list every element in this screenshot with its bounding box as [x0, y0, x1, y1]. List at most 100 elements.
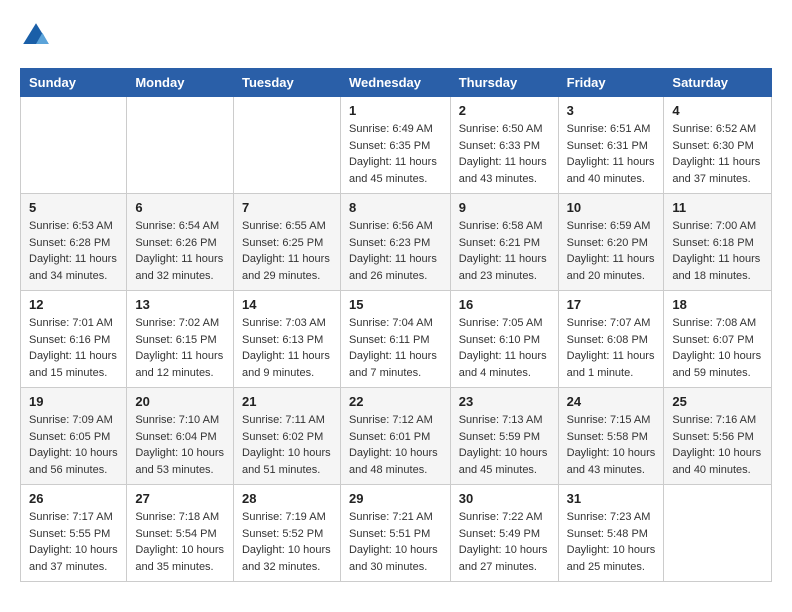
- sunset-text: Sunset: 5:54 PM: [135, 526, 225, 543]
- calendar-cell: 20 Sunrise: 7:10 AMSunset: 6:04 PMDayligh…: [127, 388, 234, 485]
- calendar-cell: 17Sunrise: 7:07 AMSunset: 6:08 PMDayligh…: [558, 291, 664, 388]
- sunset-text: Sunset: 6:31 PM: [567, 138, 656, 155]
- calendar-cell: 30Sunrise: 7:22 AMSunset: 5:49 PMDayligh…: [450, 485, 558, 582]
- sunset-text: Sunset: 6:13 PM: [242, 332, 332, 349]
- day-info: Sunrise: 7:23 AMSunset: 5:48 PMDaylight:…: [567, 509, 656, 575]
- sunrise-text: Sunrise: 7:19 AM: [242, 509, 332, 526]
- day-number: 22: [349, 394, 442, 409]
- sunset-text: Sunset: 6:04 PM: [135, 429, 225, 446]
- daylight-text: Daylight: 11 hours and 20 minutes.: [567, 251, 656, 284]
- day-info: Sunrise: 7:15 AMSunset: 5:58 PMDaylight:…: [567, 412, 656, 478]
- day-number: 23: [459, 394, 550, 409]
- sunrise-text: Sunrise: 7:18 AM: [135, 509, 225, 526]
- day-info: Sunrise: 6:55 AMSunset: 6:25 PMDaylight:…: [242, 218, 332, 284]
- weekday-header-row: SundayMondayTuesdayWednesdayThursdayFrid…: [21, 69, 772, 97]
- calendar-week-row: 5Sunrise: 6:53 AMSunset: 6:28 PMDaylight…: [21, 194, 772, 291]
- day-number: 8: [349, 200, 442, 215]
- calendar-cell: 15Sunrise: 7:04 AMSunset: 6:11 PMDayligh…: [340, 291, 450, 388]
- daylight-text: Daylight: 11 hours and 12 minutes.: [135, 348, 225, 381]
- daylight-text: Daylight: 10 hours and 43 minutes.: [567, 445, 656, 478]
- daylight-text: Daylight: 10 hours and 56 minutes.: [29, 445, 118, 478]
- sunrise-text: Sunrise: 6:50 AM: [459, 121, 550, 138]
- sunrise-text: Sunrise: 6:54 AM: [135, 218, 225, 235]
- day-info: Sunrise: 7:04 AMSunset: 6:11 PMDaylight:…: [349, 315, 442, 381]
- sunset-text: Sunset: 6:11 PM: [349, 332, 442, 349]
- logo: [20, 20, 56, 52]
- day-number: 29: [349, 491, 442, 506]
- daylight-text: Daylight: 10 hours and 48 minutes.: [349, 445, 442, 478]
- day-number: 7: [242, 200, 332, 215]
- daylight-text: Daylight: 10 hours and 53 minutes.: [135, 445, 225, 478]
- calendar-week-row: 26Sunrise: 7:17 AMSunset: 5:55 PMDayligh…: [21, 485, 772, 582]
- sunrise-text: Sunrise: 7:17 AM: [29, 509, 118, 526]
- day-number: 12: [29, 297, 118, 312]
- day-number: 30: [459, 491, 550, 506]
- day-number: 1: [349, 103, 442, 118]
- day-info: Sunrise: 7:13 AMSunset: 5:59 PMDaylight:…: [459, 412, 550, 478]
- calendar-cell: 29Sunrise: 7:21 AMSunset: 5:51 PMDayligh…: [340, 485, 450, 582]
- logo-icon: [20, 20, 52, 52]
- day-info: Sunrise: 7:08 AMSunset: 6:07 PMDaylight:…: [672, 315, 763, 381]
- sunset-text: Sunset: 6:08 PM: [567, 332, 656, 349]
- sunrise-text: Sunrise: 7:08 AM: [672, 315, 763, 332]
- sunset-text: Sunset: 6:16 PM: [29, 332, 118, 349]
- calendar-cell: [127, 97, 234, 194]
- daylight-text: Daylight: 10 hours and 40 minutes.: [672, 445, 763, 478]
- sunrise-text: Sunrise: 7:01 AM: [29, 315, 118, 332]
- sunset-text: Sunset: 6:10 PM: [459, 332, 550, 349]
- day-number: 4: [672, 103, 763, 118]
- sunrise-text: Sunrise: 6:51 AM: [567, 121, 656, 138]
- day-info: Sunrise: 7:00 AMSunset: 6:18 PMDaylight:…: [672, 218, 763, 284]
- sunset-text: Sunset: 6:20 PM: [567, 235, 656, 252]
- day-number: 21: [242, 394, 332, 409]
- day-number: 2: [459, 103, 550, 118]
- sunset-text: Sunset: 6:25 PM: [242, 235, 332, 252]
- daylight-text: Daylight: 11 hours and 7 minutes.: [349, 348, 442, 381]
- day-info: Sunrise: 7:12 AMSunset: 6:01 PMDaylight:…: [349, 412, 442, 478]
- sunrise-text: Sunrise: 7:21 AM: [349, 509, 442, 526]
- weekday-header-monday: Monday: [127, 69, 234, 97]
- day-info: Sunrise: 6:58 AMSunset: 6:21 PMDaylight:…: [459, 218, 550, 284]
- day-number: 20: [135, 394, 225, 409]
- day-info: Sunrise: 6:53 AMSunset: 6:28 PMDaylight:…: [29, 218, 118, 284]
- calendar-cell: 14Sunrise: 7:03 AMSunset: 6:13 PMDayligh…: [233, 291, 340, 388]
- daylight-text: Daylight: 11 hours and 29 minutes.: [242, 251, 332, 284]
- sunset-text: Sunset: 6:02 PM: [242, 429, 332, 446]
- daylight-text: Daylight: 11 hours and 23 minutes.: [459, 251, 550, 284]
- day-number: 19: [29, 394, 118, 409]
- calendar-cell: 26Sunrise: 7:17 AMSunset: 5:55 PMDayligh…: [21, 485, 127, 582]
- sunrise-text: Sunrise: 7:13 AM: [459, 412, 550, 429]
- day-info: Sunrise: 7:11 AMSunset: 6:02 PMDaylight:…: [242, 412, 332, 478]
- day-number: 24: [567, 394, 656, 409]
- sunrise-text: Sunrise: 6:59 AM: [567, 218, 656, 235]
- calendar-week-row: 1 Sunrise: 6:49 AMSunset: 6:35 PMDaylight…: [21, 97, 772, 194]
- calendar-cell: 24 Sunrise: 7:15 AMSunset: 5:58 PMDayligh…: [558, 388, 664, 485]
- sunset-text: Sunset: 6:05 PM: [29, 429, 118, 446]
- day-number: 16: [459, 297, 550, 312]
- calendar-cell: 19 Sunrise: 7:09 AMSunset: 6:05 PMDayligh…: [21, 388, 127, 485]
- daylight-text: Daylight: 10 hours and 59 minutes.: [672, 348, 763, 381]
- calendar-table: SundayMondayTuesdayWednesdayThursdayFrid…: [20, 68, 772, 582]
- daylight-text: Daylight: 11 hours and 1 minute.: [567, 348, 656, 381]
- weekday-header-tuesday: Tuesday: [233, 69, 340, 97]
- sunset-text: Sunset: 5:52 PM: [242, 526, 332, 543]
- sunrise-text: Sunrise: 7:04 AM: [349, 315, 442, 332]
- sunset-text: Sunset: 5:59 PM: [459, 429, 550, 446]
- day-number: 28: [242, 491, 332, 506]
- calendar-week-row: 12Sunrise: 7:01 AMSunset: 6:16 PMDayligh…: [21, 291, 772, 388]
- calendar-cell: 31Sunrise: 7:23 AMSunset: 5:48 PMDayligh…: [558, 485, 664, 582]
- sunrise-text: Sunrise: 7:23 AM: [567, 509, 656, 526]
- day-info: Sunrise: 6:49 AMSunset: 6:35 PMDaylight:…: [349, 121, 442, 187]
- day-info: Sunrise: 7:01 AMSunset: 6:16 PMDaylight:…: [29, 315, 118, 381]
- sunrise-text: Sunrise: 7:09 AM: [29, 412, 118, 429]
- sunset-text: Sunset: 6:23 PM: [349, 235, 442, 252]
- calendar-cell: [233, 97, 340, 194]
- calendar-week-row: 19Sunrise: 7:09 AMSunset: 6:05 PMDayligh…: [21, 388, 772, 485]
- calendar-cell: 6Sunrise: 6:54 AMSunset: 6:26 PMDaylight…: [127, 194, 234, 291]
- calendar-cell: 18Sunrise: 7:08 AMSunset: 6:07 PMDayligh…: [664, 291, 772, 388]
- sunrise-text: Sunrise: 7:05 AM: [459, 315, 550, 332]
- calendar-cell: 5Sunrise: 6:53 AMSunset: 6:28 PMDaylight…: [21, 194, 127, 291]
- day-info: Sunrise: 7:10 AMSunset: 6:04 PMDaylight:…: [135, 412, 225, 478]
- sunset-text: Sunset: 5:51 PM: [349, 526, 442, 543]
- day-number: 13: [135, 297, 225, 312]
